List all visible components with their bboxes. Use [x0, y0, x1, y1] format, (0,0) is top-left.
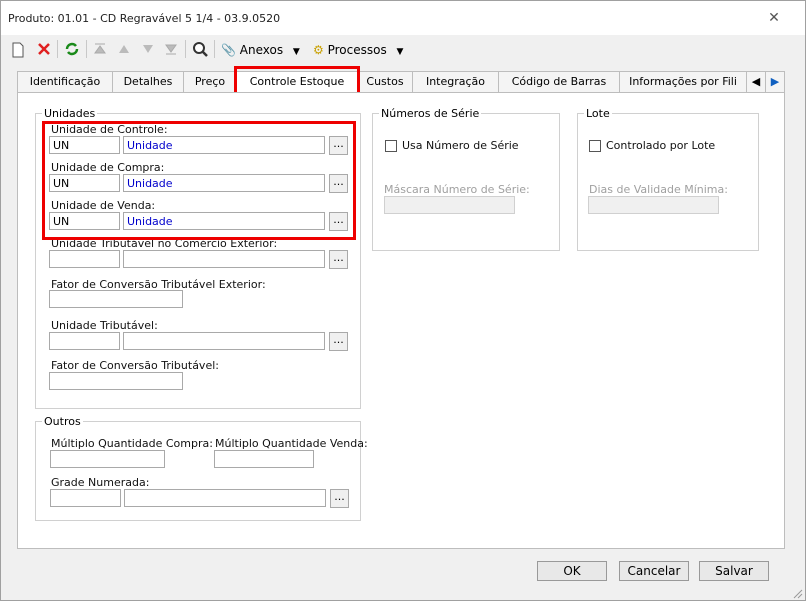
unidade-trib-ext-lookup-button[interactable]: ...	[329, 250, 348, 269]
mascara-serie-input[interactable]	[384, 196, 515, 214]
resize-grip-icon[interactable]	[791, 587, 803, 599]
cancel-button[interactable]: Cancelar	[619, 561, 689, 581]
fator-label: Fator de Conversão Tributável:	[51, 359, 219, 372]
unidade-trib-label: Unidade Tributável:	[51, 319, 158, 332]
chevron-down-icon: ▼	[396, 47, 404, 57]
tab-informacoes-filial[interactable]: Informações por Fili	[619, 71, 747, 92]
multiplo-venda-label: Múltiplo Quantidade Venda:	[215, 437, 368, 450]
previous-record-icon[interactable]	[118, 44, 130, 64]
controlado-lote-checkbox[interactable]	[589, 140, 601, 152]
tab-identificacao[interactable]: Identificação	[17, 71, 113, 92]
grade-numerada-code-input[interactable]	[50, 489, 121, 507]
refresh-icon[interactable]	[64, 41, 80, 61]
lote-group: Lote	[577, 107, 759, 251]
dias-validade-input[interactable]	[588, 196, 719, 214]
tab-codigo-barras[interactable]: Código de Barras	[498, 71, 620, 92]
grade-numerada-label: Grade Numerada:	[51, 476, 150, 489]
new-document-icon[interactable]	[11, 42, 25, 62]
toolbar-separator	[86, 40, 87, 58]
tab-integracao[interactable]: Integração	[412, 71, 499, 92]
toolbar-separator	[214, 40, 215, 58]
product-dialog: Produto: 01.01 - CD Regravável 5 1/4 - 0…	[0, 0, 806, 601]
tab-scroll-left-icon[interactable]: ◀	[746, 71, 766, 92]
outros-legend: Outros	[44, 415, 81, 428]
unidade-trib-code-input[interactable]	[49, 332, 120, 350]
usa-numero-serie-checkbox[interactable]	[385, 140, 397, 152]
controlado-lote-label: Controlado por Lote	[606, 139, 716, 152]
gears-icon: ⚙	[313, 43, 324, 57]
fator-input[interactable]	[49, 372, 183, 390]
delete-icon[interactable]	[37, 42, 51, 62]
last-record-icon[interactable]	[165, 43, 177, 63]
tab-content: Unidades Unidade de Controle: UN Unidade…	[17, 92, 785, 549]
toolbar-separator	[185, 40, 186, 58]
save-button[interactable]: Salvar	[699, 561, 769, 581]
toolbar-separator	[57, 40, 58, 58]
close-icon[interactable]: ✕	[765, 9, 783, 27]
unidade-trib-ext-desc-input[interactable]	[123, 250, 325, 268]
dias-validade-label: Dias de Validade Mínima:	[589, 183, 728, 196]
numeros-serie-group: Números de Série	[372, 107, 560, 251]
attachments-label: Anexos	[239, 43, 284, 57]
tab-custos[interactable]: Custos	[357, 71, 413, 92]
multiplo-venda-input[interactable]	[214, 450, 314, 468]
numeros-serie-legend: Números de Série	[381, 107, 480, 120]
tab-strip: Identificação Detalhes Preço Controle Es…	[17, 71, 785, 93]
ok-button[interactable]: OK	[537, 561, 607, 581]
unidade-trib-desc-input[interactable]	[123, 332, 325, 350]
search-icon[interactable]	[192, 41, 208, 61]
multiplo-compra-input[interactable]	[50, 450, 165, 468]
chevron-down-icon: ▼	[292, 47, 300, 57]
first-record-icon[interactable]	[94, 43, 106, 63]
multiplo-compra-label: Múltiplo Quantidade Compra:	[51, 437, 213, 450]
tab-scroll-right-icon[interactable]: ▶	[765, 71, 785, 92]
grade-numerada-desc-input[interactable]	[124, 489, 326, 507]
highlight-unidades	[42, 121, 356, 240]
lote-legend: Lote	[586, 107, 610, 120]
next-record-icon[interactable]	[142, 44, 154, 64]
usa-numero-serie-label: Usa Número de Série	[402, 139, 519, 152]
paperclip-icon: 📎	[221, 43, 236, 57]
tab-detalhes[interactable]: Detalhes	[112, 71, 184, 92]
unidade-trib-ext-code-input[interactable]	[49, 250, 120, 268]
grade-numerada-lookup-button[interactable]: ...	[330, 489, 349, 508]
window-title: Produto: 01.01 - CD Regravável 5 1/4 - 0…	[8, 12, 281, 25]
toolbar: 📎 Anexos ▼ ⚙ Processos ▼	[1, 35, 805, 63]
unidade-trib-lookup-button[interactable]: ...	[329, 332, 348, 351]
unidades-legend: Unidades	[44, 107, 96, 120]
processes-label: Processos	[327, 43, 387, 57]
attachments-menu[interactable]: 📎 Anexos ▼	[221, 40, 300, 60]
fator-ext-input[interactable]	[49, 290, 183, 308]
tab-preco[interactable]: Preço	[183, 71, 237, 92]
processes-menu[interactable]: ⚙ Processos ▼	[313, 40, 403, 60]
title-bar: Produto: 01.01 - CD Regravável 5 1/4 - 0…	[1, 1, 805, 35]
mascara-serie-label: Máscara Número de Série:	[384, 183, 530, 196]
